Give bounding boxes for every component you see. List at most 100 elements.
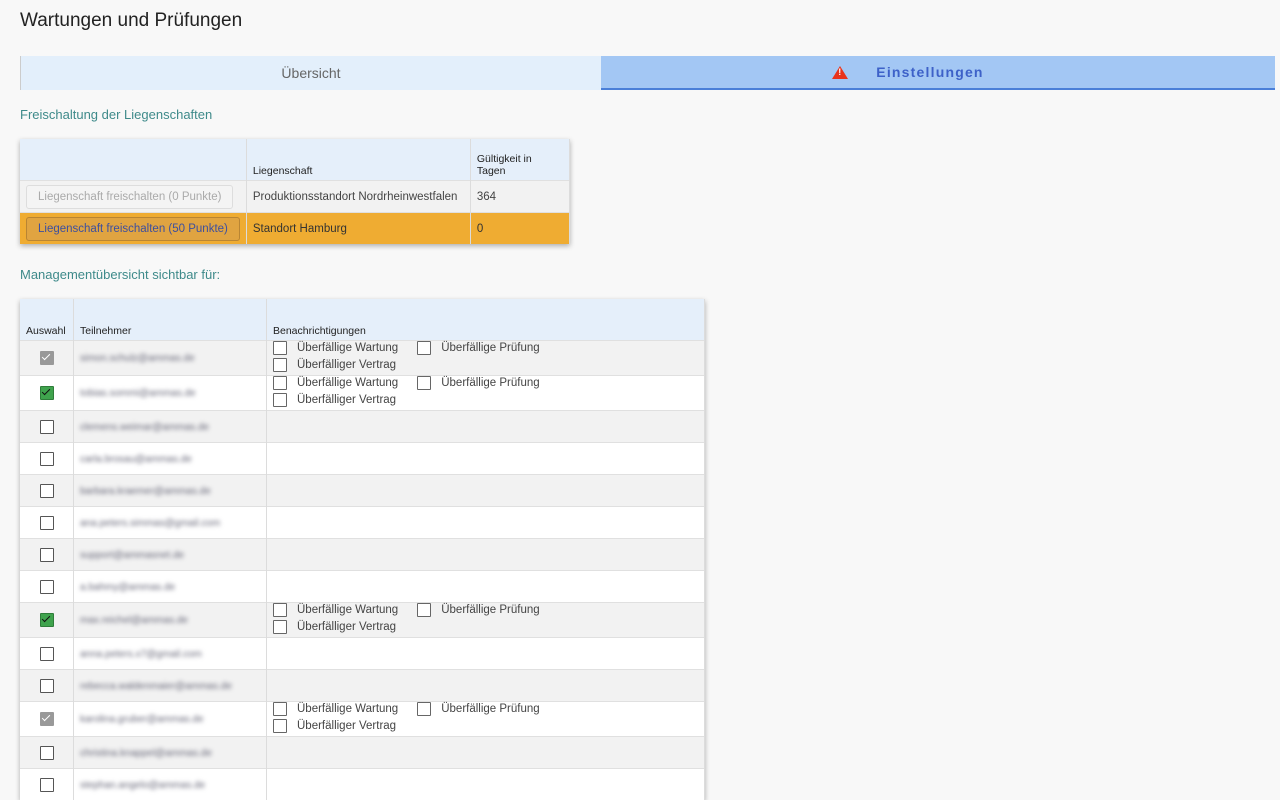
- validity-days: 0: [470, 213, 569, 245]
- notification-checkbox[interactable]: [273, 603, 287, 617]
- notification-checkbox[interactable]: [273, 393, 287, 407]
- participant-email: barbara.kraemer@ammas.de: [80, 486, 211, 497]
- notification-checkbox[interactable]: [273, 358, 287, 372]
- select-checkbox[interactable]: [40, 746, 54, 760]
- notification-checkbox[interactable]: [273, 376, 287, 390]
- notifications-cell: Überfällige Wartung Überfällige Prüfung Üb…: [267, 341, 705, 376]
- column-header: Benachrichtigungen: [267, 299, 705, 341]
- tab-bar: Übersicht Einstellungen: [20, 56, 1275, 90]
- participant-cell: clemens.weimar@ammas.de: [74, 411, 267, 443]
- notification-option[interactable]: Überfällige Wartung: [273, 376, 398, 390]
- notification-option[interactable]: Überfällige Wartung: [273, 341, 398, 355]
- select-checkbox[interactable]: [40, 613, 54, 627]
- select-cell: [20, 539, 74, 571]
- participant-cell: max.reichel@ammas.de: [74, 603, 267, 638]
- notification-checkbox[interactable]: [273, 702, 287, 716]
- participant-email: tobias.sommi@ammas.de: [80, 388, 196, 399]
- participant-row: max.reichel@ammas.de Überfällige Wartung…: [20, 603, 705, 638]
- notifications-cell: [267, 571, 705, 603]
- notification-label: Überfällige Prüfung: [441, 342, 539, 354]
- notification-option[interactable]: Überfällige Prüfung: [417, 376, 539, 390]
- select-cell: [20, 443, 74, 475]
- action-cell: Liegenschaft freischalten (50 Punkte): [20, 213, 246, 245]
- select-checkbox[interactable]: [40, 484, 54, 498]
- participant-row: support@ammasnet.de: [20, 539, 705, 571]
- participant-email: christina.knappel@ammas.de: [80, 748, 212, 759]
- participant-row: carla.brosau@ammas.de: [20, 443, 705, 475]
- action-cell: Liegenschaft freischalten (0 Punkte): [20, 181, 246, 213]
- notification-option[interactable]: Überfälliger Vertrag: [273, 620, 396, 634]
- participant-email: carla.brosau@ammas.de: [80, 454, 192, 465]
- participant-row: tobias.sommi@ammas.de Überfällige Wartun…: [20, 376, 705, 411]
- select-checkbox[interactable]: [40, 452, 54, 466]
- notification-option[interactable]: Überfälliger Vertrag: [273, 393, 396, 407]
- notification-checkbox[interactable]: [273, 620, 287, 634]
- select-cell: [20, 603, 74, 638]
- participant-cell: carla.brosau@ammas.de: [74, 443, 267, 475]
- participant-email: a.bahmy@ammas.de: [80, 582, 175, 593]
- participant-cell: anna.peters.x7@gmail.com: [74, 638, 267, 670]
- participant-email: karolina.gruber@ammas.de: [80, 714, 204, 725]
- notifications-cell: Überfällige Wartung Überfällige Prüfung Üb…: [267, 376, 705, 411]
- notification-option[interactable]: Überfällige Prüfung: [417, 341, 539, 355]
- select-checkbox: [40, 712, 54, 726]
- column-header: Auswahl: [20, 299, 74, 341]
- participant-row: ana.peters.simmas@gmail.com: [20, 507, 705, 539]
- notifications-cell: [267, 507, 705, 539]
- select-cell: [20, 376, 74, 411]
- notification-option[interactable]: Überfällige Prüfung: [417, 603, 539, 617]
- participant-cell: ana.peters.simmas@gmail.com: [74, 507, 267, 539]
- column-header: [20, 139, 246, 181]
- notification-checkbox[interactable]: [273, 719, 287, 733]
- notification-label: Überfälliger Vertrag: [297, 359, 396, 371]
- select-checkbox[interactable]: [40, 548, 54, 562]
- participant-email: ana.peters.simmas@gmail.com: [80, 518, 220, 529]
- notifications-cell: Überfällige Wartung Überfällige Prüfung Üb…: [267, 702, 705, 737]
- participant-email: support@ammasnet.de: [80, 550, 184, 561]
- notification-option[interactable]: Überfälliger Vertrag: [273, 719, 396, 733]
- notification-option[interactable]: Überfällige Prüfung: [417, 702, 539, 716]
- select-checkbox[interactable]: [40, 516, 54, 530]
- select-checkbox[interactable]: [40, 420, 54, 434]
- select-cell: [20, 670, 74, 702]
- notifications-cell: [267, 443, 705, 475]
- notifications-cell: [267, 769, 705, 800]
- participant-email: max.reichel@ammas.de: [80, 615, 188, 626]
- tab-settings[interactable]: Einstellungen: [601, 56, 1275, 90]
- notification-checkbox[interactable]: [417, 702, 431, 716]
- select-checkbox: [40, 351, 54, 365]
- participant-row: anna.peters.x7@gmail.com: [20, 638, 705, 670]
- notification-label: Überfällige Wartung: [297, 377, 398, 389]
- participant-row: simon.schulz@ammas.de Überfällige Wartun…: [20, 341, 705, 376]
- participant-cell: barbara.kraemer@ammas.de: [74, 475, 267, 507]
- notification-option[interactable]: Überfälliger Vertrag: [273, 358, 396, 372]
- participant-row: stephan.angelo@ammas.de: [20, 769, 705, 800]
- column-header: Teilnehmer: [74, 299, 267, 341]
- select-checkbox[interactable]: [40, 778, 54, 792]
- tab-overview[interactable]: Übersicht: [20, 56, 601, 90]
- notifications-cell: [267, 539, 705, 571]
- notification-checkbox[interactable]: [273, 341, 287, 355]
- property-name: Produktionsstandort Nordrheinwestfalen: [246, 181, 470, 213]
- notification-checkbox[interactable]: [417, 341, 431, 355]
- property-row: Liegenschaft freischalten (50 Punkte) St…: [20, 213, 570, 245]
- participant-row: christina.knappel@ammas.de: [20, 737, 705, 769]
- participant-row: barbara.kraemer@ammas.de: [20, 475, 705, 507]
- unlock-property-button[interactable]: Liegenschaft freischalten (50 Punkte): [26, 217, 240, 241]
- notifications-cell: [267, 670, 705, 702]
- notification-checkbox[interactable]: [417, 376, 431, 390]
- select-checkbox[interactable]: [40, 679, 54, 693]
- participant-cell: karolina.gruber@ammas.de: [74, 702, 267, 737]
- notification-option[interactable]: Überfällige Wartung: [273, 702, 398, 716]
- participant-cell: rebecca.waldenmaier@ammas.de: [74, 670, 267, 702]
- notification-label: Überfällige Prüfung: [441, 703, 539, 715]
- participant-cell: support@ammasnet.de: [74, 539, 267, 571]
- select-checkbox[interactable]: [40, 647, 54, 661]
- notification-checkbox[interactable]: [417, 603, 431, 617]
- unlock-property-button[interactable]: Liegenschaft freischalten (0 Punkte): [26, 185, 233, 209]
- section-title-visibility: Managementübersicht sichtbar für:: [20, 267, 220, 282]
- select-checkbox[interactable]: [40, 580, 54, 594]
- notification-option[interactable]: Überfällige Wartung: [273, 603, 398, 617]
- select-checkbox[interactable]: [40, 386, 54, 400]
- participant-email: rebecca.waldenmaier@ammas.de: [80, 681, 232, 692]
